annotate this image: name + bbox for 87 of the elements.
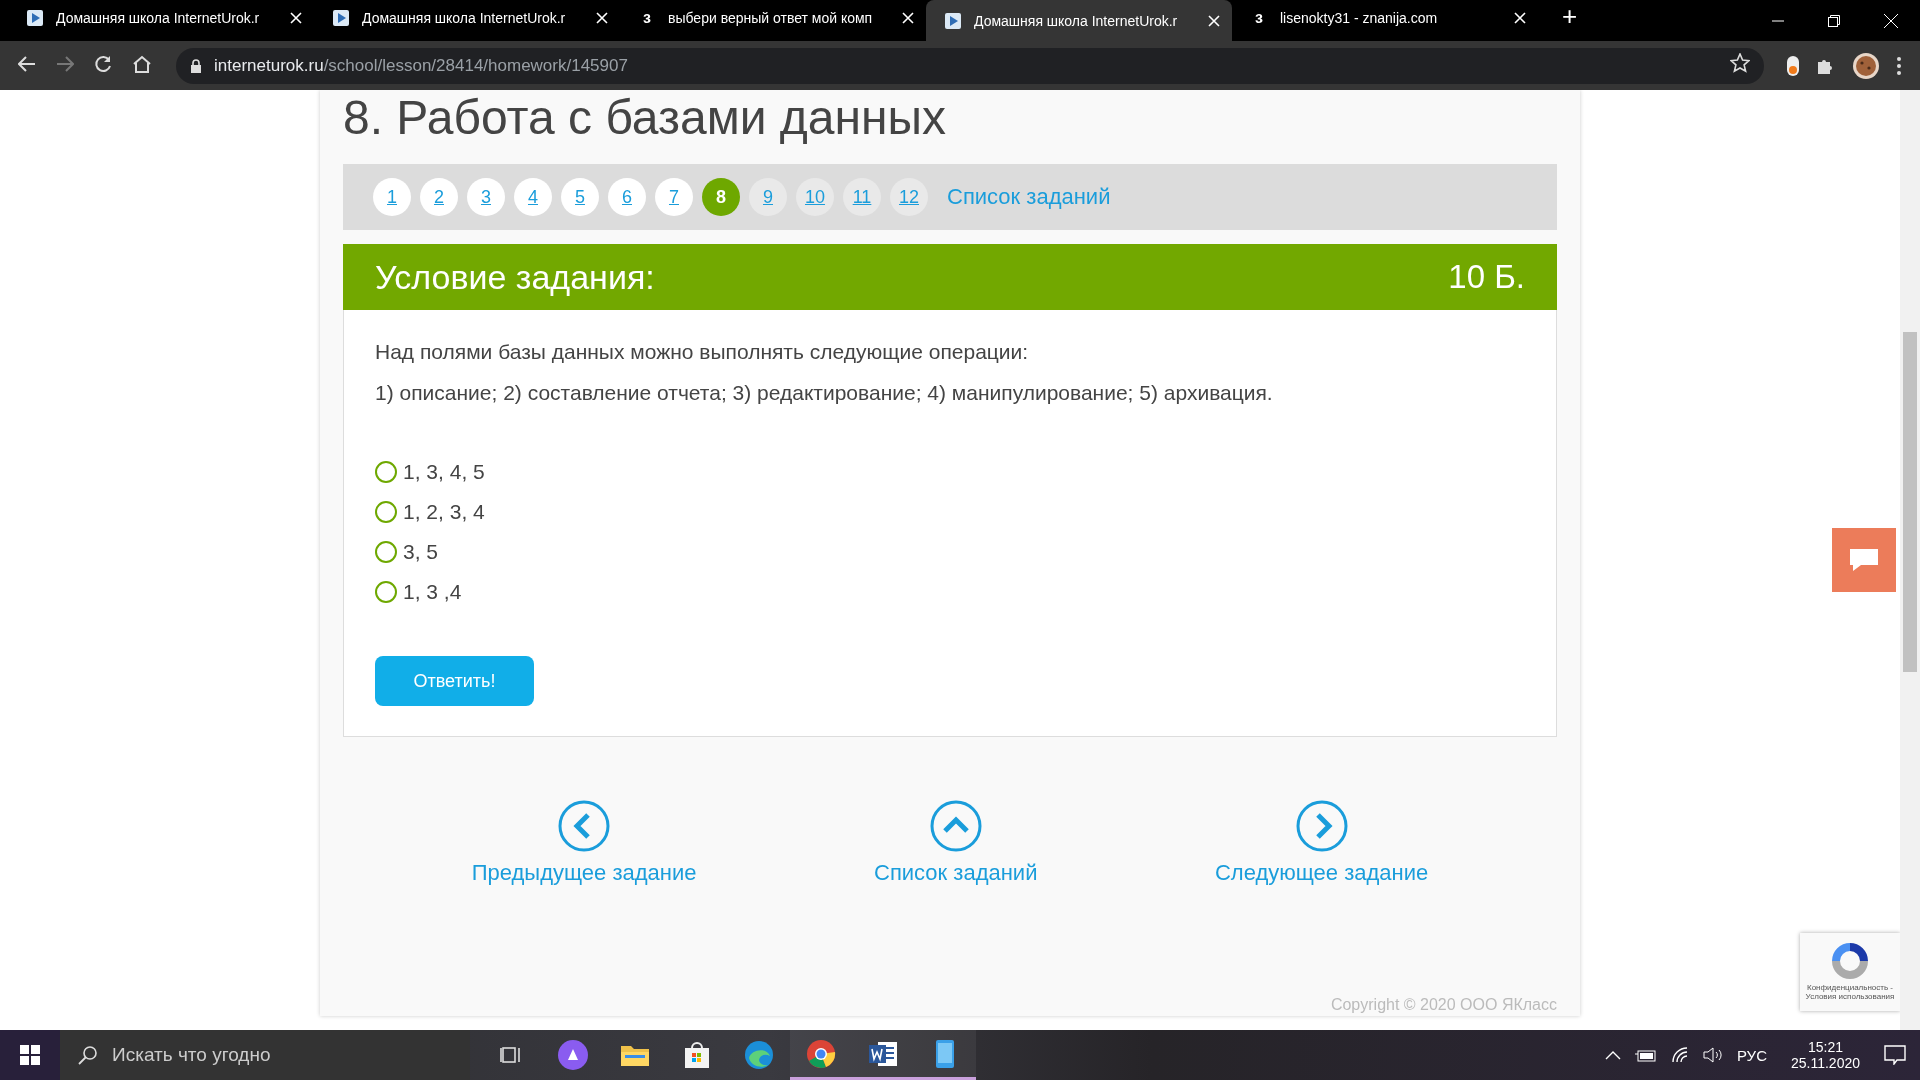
condition-title: Условие задания: bbox=[375, 257, 655, 297]
radio-button[interactable] bbox=[375, 581, 397, 603]
play-icon bbox=[944, 11, 962, 30]
task-number[interactable]: 12 bbox=[890, 178, 928, 216]
nav-link[interactable]: Список заданий bbox=[868, 799, 1044, 887]
task-number[interactable]: 5 bbox=[561, 178, 599, 216]
browser-tab[interactable]: Домашняя школа InternetUrok.r bbox=[314, 0, 620, 35]
task-list-link[interactable]: Список заданий bbox=[947, 184, 1111, 210]
browser-icon bbox=[744, 1040, 774, 1070]
phone-icon bbox=[935, 1038, 955, 1069]
search-field[interactable]: Искать что угодно bbox=[60, 1030, 470, 1080]
document-icon bbox=[868, 1039, 898, 1068]
browser-tab[interactable]: Домашняя школа InternetUrok.r bbox=[8, 0, 314, 35]
home-icon bbox=[132, 54, 152, 73]
close-icon bbox=[1514, 11, 1526, 24]
browser-tab[interactable]: з lisenokty31 - znanija.com bbox=[1232, 0, 1538, 35]
task-number[interactable]: 9 bbox=[749, 178, 787, 216]
windows-icon bbox=[20, 1045, 40, 1065]
answer-option[interactable]: 3, 5 bbox=[375, 540, 1525, 564]
browser-tab[interactable]: Домашняя школа InternetUrok.r bbox=[926, 0, 1232, 41]
chevron-left-icon bbox=[558, 800, 611, 852]
chevron-up-icon bbox=[929, 800, 982, 852]
toggle-icon bbox=[1786, 54, 1800, 77]
play-icon bbox=[26, 8, 44, 27]
task-number[interactable]: 2 bbox=[420, 178, 458, 216]
answer-option[interactable]: 1, 3, 4, 5 bbox=[375, 460, 1525, 484]
play-icon bbox=[332, 8, 350, 27]
notification-icon bbox=[1884, 1045, 1906, 1065]
copyright: Copyright © 2020 ООО ЯКласс bbox=[1330, 996, 1557, 1014]
battery-icon bbox=[1634, 1048, 1657, 1062]
taskbar-app[interactable] bbox=[914, 1030, 976, 1080]
question-text: 1) описание; 2) составление отчета; 3) редактирование; 4) манипулирование; 5) архивация. bbox=[375, 381, 1274, 405]
address-bar[interactable]: interneturok.ru/school/lesson/28414/homework/145907 bbox=[176, 47, 1764, 84]
recaptcha-text[interactable]: Условия использования bbox=[1805, 992, 1895, 1001]
page-title: 8. Работа с базами данных bbox=[343, 90, 948, 146]
nav-link[interactable]: Предыдущее задание bbox=[465, 799, 703, 887]
wifi-icon bbox=[1670, 1047, 1689, 1063]
task-number[interactable]: 6 bbox=[608, 178, 646, 216]
restore-icon bbox=[1828, 14, 1840, 27]
site-logo: з bbox=[1254, 8, 1264, 27]
radio-button[interactable] bbox=[375, 541, 397, 563]
close-icon bbox=[290, 11, 302, 24]
new-tab-button[interactable]: + bbox=[1556, 0, 1584, 33]
recaptcha-text[interactable]: Конфиденциальность - bbox=[1806, 983, 1893, 992]
speaker-icon bbox=[1702, 1047, 1723, 1063]
lock-icon bbox=[190, 58, 202, 73]
question-text: Над полями базы данных можно выполнять следующие операции: bbox=[375, 340, 1030, 364]
close-icon bbox=[1208, 14, 1220, 27]
language-indicator[interactable]: РУС bbox=[1736, 1046, 1767, 1064]
radio-button[interactable] bbox=[375, 461, 397, 483]
chevron-up-icon bbox=[1604, 1050, 1621, 1060]
forward-icon bbox=[56, 55, 74, 72]
shopping-bag-icon bbox=[684, 1041, 710, 1069]
browser-tab[interactable]: з выбери верный ответ мой комп bbox=[620, 0, 926, 35]
task-number[interactable]: 7 bbox=[655, 178, 693, 216]
chrome-icon bbox=[806, 1038, 836, 1069]
more-icon bbox=[1896, 55, 1902, 76]
reload-icon bbox=[94, 54, 112, 73]
folder-icon bbox=[620, 1043, 650, 1067]
task-view-icon bbox=[500, 1045, 522, 1065]
chat-icon bbox=[1847, 546, 1881, 574]
chat-button[interactable] bbox=[1832, 528, 1896, 592]
chevron-right-icon bbox=[1295, 800, 1348, 852]
close-icon bbox=[1884, 13, 1898, 28]
scrollbar[interactable] bbox=[1900, 90, 1920, 1030]
task-number[interactable]: 1 bbox=[373, 178, 411, 216]
task-number[interactable]: 11 bbox=[843, 178, 881, 216]
task-number[interactable]: 3 bbox=[467, 178, 505, 216]
back-icon bbox=[18, 55, 36, 72]
nav-link[interactable]: Следующее задание bbox=[1208, 799, 1435, 887]
task-number[interactable]: 8 bbox=[702, 178, 740, 216]
search-icon bbox=[78, 1045, 98, 1065]
avatar-icon bbox=[1852, 51, 1880, 80]
taskbar-app[interactable] bbox=[790, 1030, 852, 1080]
task-number[interactable]: 4 bbox=[514, 178, 552, 216]
clock[interactable]: 15:21 25.11.2020 bbox=[1790, 1039, 1860, 1071]
answer-option[interactable]: 1, 2, 3, 4 bbox=[375, 500, 1525, 524]
task-number[interactable]: 10 bbox=[796, 178, 834, 216]
answer-option[interactable]: 1, 3 ,4 bbox=[375, 580, 1525, 604]
close-icon bbox=[596, 11, 608, 24]
points: 10 Б. bbox=[1448, 258, 1525, 296]
close-icon bbox=[902, 11, 914, 24]
start-button[interactable] bbox=[0, 1030, 60, 1080]
site-logo: з bbox=[642, 8, 652, 27]
submit-button[interactable]: Ответить! bbox=[375, 656, 534, 706]
radio-button[interactable] bbox=[375, 501, 397, 523]
star-icon bbox=[1730, 53, 1750, 73]
